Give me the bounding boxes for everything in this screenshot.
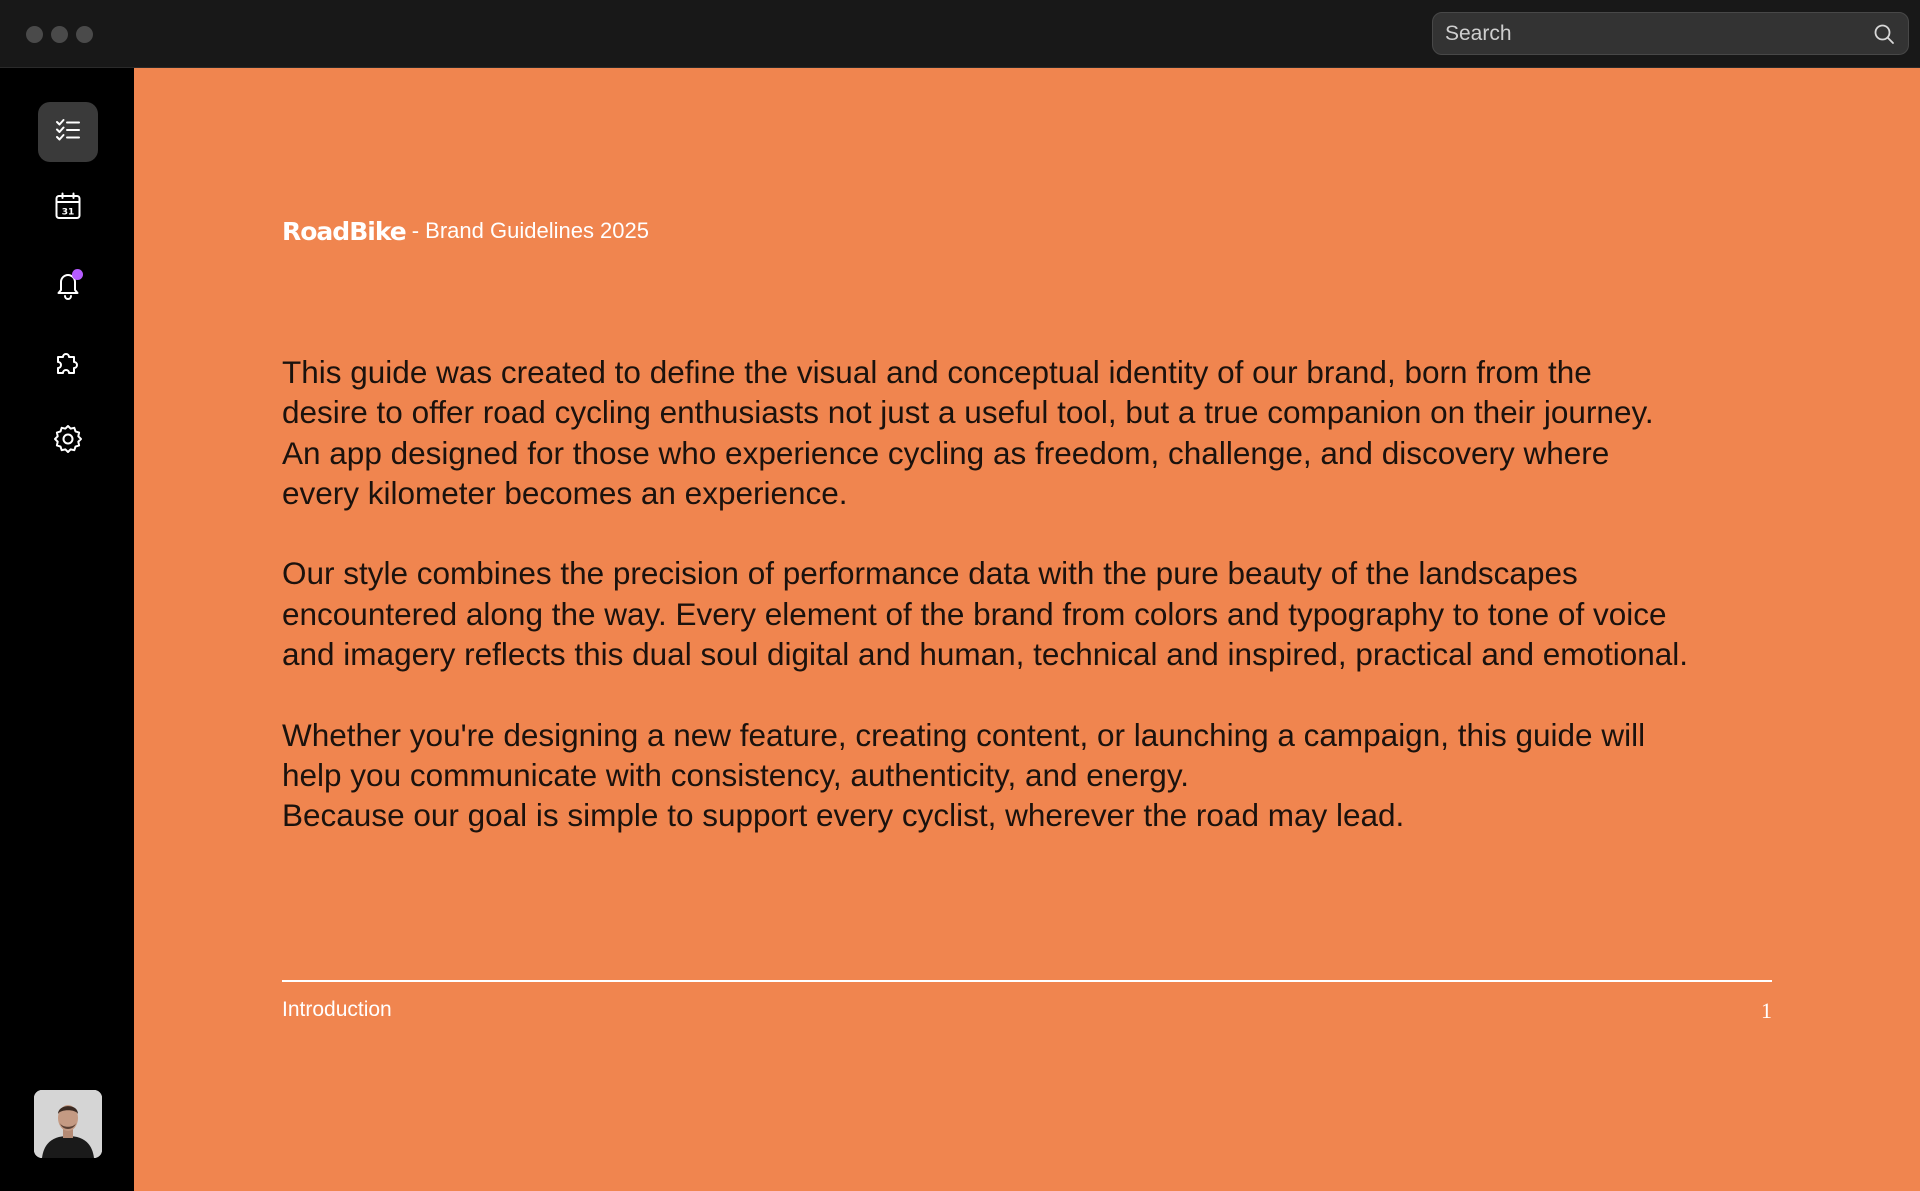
sidebar-item-checklist[interactable] xyxy=(38,102,98,162)
minimize-window-button[interactable] xyxy=(51,26,68,43)
app-window: Search 31 RoadBike - Brand Guidelines 20… xyxy=(0,0,1920,1191)
paragraph: Our style combines the precision of perf… xyxy=(282,555,1689,673)
document-header: RoadBike - Brand Guidelines 2025 xyxy=(282,216,649,246)
document-subtitle: - Brand Guidelines 2025 xyxy=(411,218,649,243)
sidebar: 31 xyxy=(0,68,134,1191)
section-label: Introduction xyxy=(282,998,392,1021)
document-page: RoadBike - Brand Guidelines 2025 This gu… xyxy=(134,68,1920,1191)
calendar-day: 31 xyxy=(62,208,75,218)
calendar-icon: 31 xyxy=(52,190,84,226)
puzzle-icon xyxy=(52,345,84,381)
document-body: This guide was created to define the vis… xyxy=(282,352,1792,876)
zoom-window-button[interactable] xyxy=(76,26,93,43)
sidebar-item-calendar[interactable]: 31 xyxy=(38,178,98,238)
brand-logo: RoadBike xyxy=(282,216,407,246)
checklist-icon xyxy=(52,114,84,150)
close-window-button[interactable] xyxy=(26,26,43,43)
search-icon[interactable] xyxy=(1872,22,1896,46)
paragraph: This guide was created to define the vis… xyxy=(282,354,1654,511)
avatar[interactable] xyxy=(34,1090,102,1158)
page-number: 1 xyxy=(1761,998,1772,1023)
notification-badge xyxy=(72,269,83,280)
search-field[interactable]: Search xyxy=(1432,12,1909,55)
paragraph: Whether you're designing a new feature, … xyxy=(282,716,1646,834)
gear-icon xyxy=(52,423,84,459)
sidebar-item-settings[interactable] xyxy=(38,411,98,471)
sidebar-item-notifications[interactable] xyxy=(38,256,98,316)
title-bar: Search xyxy=(0,0,1920,68)
search-placeholder: Search xyxy=(1445,22,1512,45)
sidebar-item-extensions[interactable] xyxy=(38,333,98,393)
footer-divider xyxy=(282,980,1772,982)
